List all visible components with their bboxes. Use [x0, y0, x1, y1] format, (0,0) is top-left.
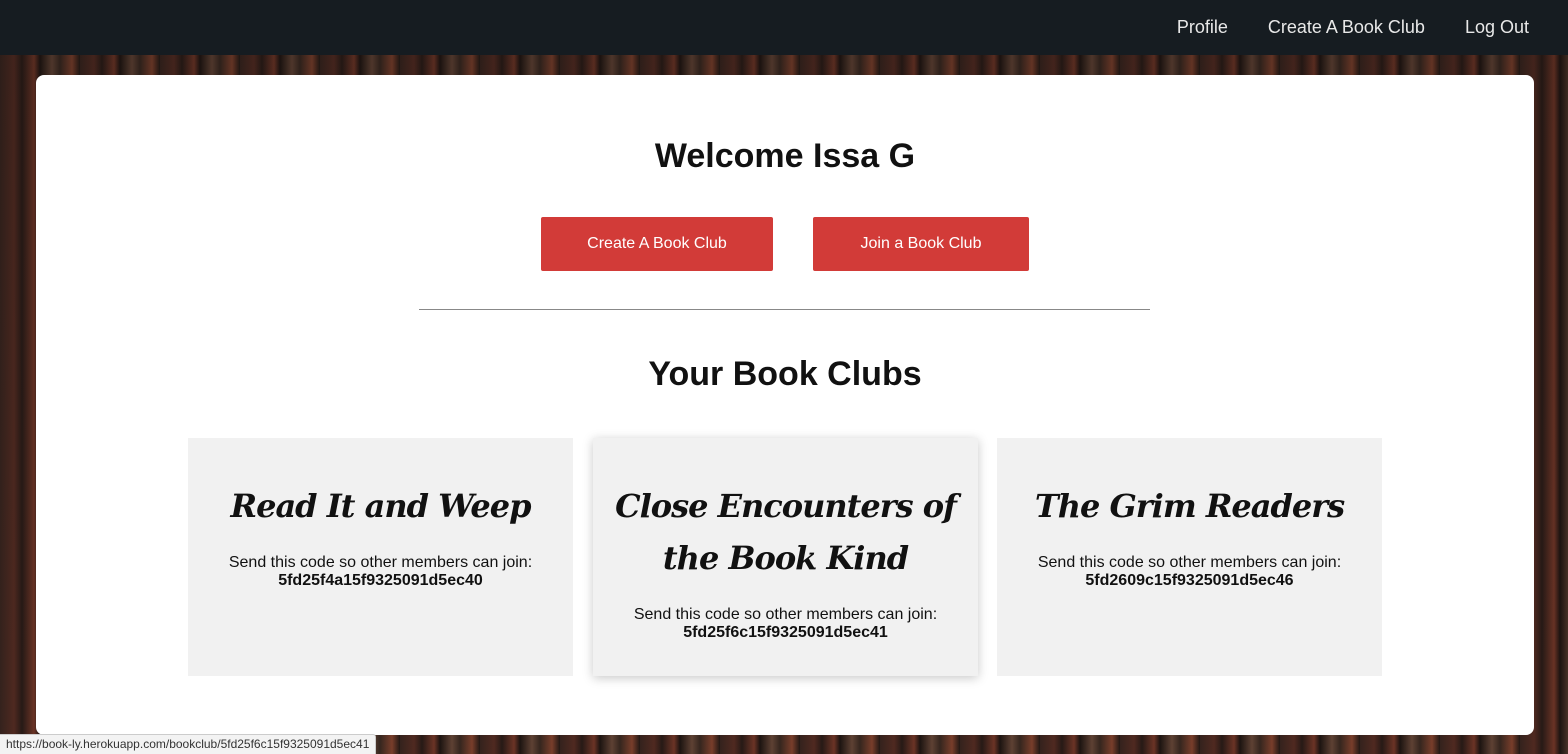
invite-code-label: Send this code so other members can join… [1037, 554, 1342, 571]
book-club-name: The Grim Readers [1034, 487, 1345, 525]
your-book-clubs-heading: Your Book Clubs [648, 355, 922, 393]
book-club-card[interactable]: Read It and Weep Send this code so other… [188, 438, 573, 676]
main-panel: Welcome Issa G Create A Book Club Join a… [36, 75, 1534, 735]
nav-logout-link[interactable]: Log Out [1465, 17, 1529, 38]
nav-profile-link[interactable]: Profile [1177, 17, 1228, 38]
create-book-club-button[interactable]: Create A Book Club [541, 217, 773, 271]
book-club-card[interactable]: The Grim Readers Send this code so other… [997, 438, 1382, 676]
nav-create-book-club-link[interactable]: Create A Book Club [1268, 17, 1425, 38]
browser-status-bar: https://book-ly.herokuapp.com/bookclub/5… [0, 734, 377, 754]
book-club-name: Read It and Weep [230, 487, 531, 525]
welcome-heading: Welcome Issa G [654, 137, 916, 175]
divider [419, 309, 1150, 310]
book-club-card[interactable]: Close Encounters of the Book Kind Send t… [593, 438, 978, 676]
invite-code: 5fd25f4a15f9325091d5ec40 [278, 572, 483, 589]
book-club-name: Close Encounters of the Book Kind [615, 487, 957, 577]
invite-code-label: Send this code so other members can join… [228, 554, 533, 571]
top-navbar: Profile Create A Book Club Log Out [0, 0, 1568, 55]
invite-code-label: Send this code so other members can join… [633, 606, 938, 623]
join-book-club-button[interactable]: Join a Book Club [813, 217, 1029, 271]
invite-code: 5fd2609c15f9325091d5ec46 [1085, 572, 1294, 589]
invite-code: 5fd25f6c15f9325091d5ec41 [683, 624, 888, 641]
